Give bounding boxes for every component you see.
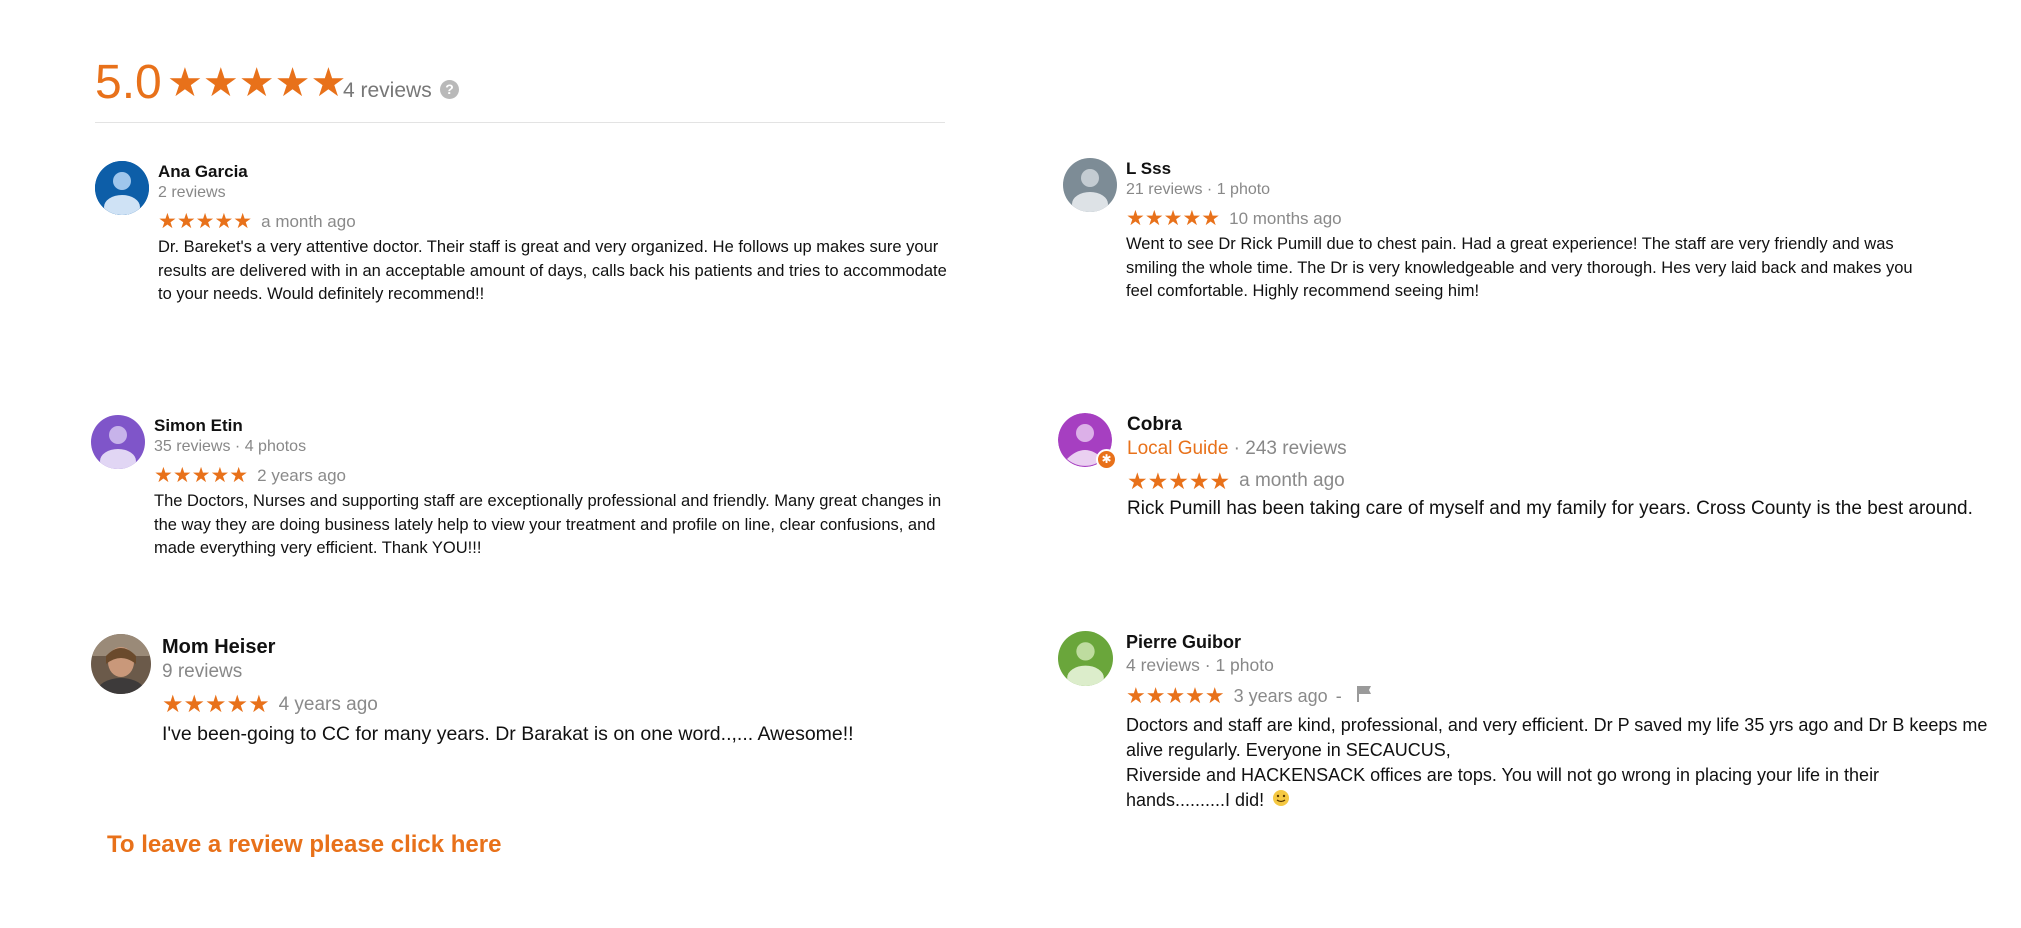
review-time: a month ago: [1239, 470, 1345, 491]
review-text: Rick Pumill has been taking care of myse…: [1127, 498, 1973, 519]
review-stars: ★★★★★: [158, 210, 253, 233]
review-time: a month ago: [261, 212, 356, 231]
avatar[interactable]: ✱: [1058, 413, 1117, 470]
review-stars: ★★★★★: [1127, 468, 1231, 494]
reviewer-name[interactable]: Mom Heiser: [162, 634, 942, 660]
review-time: 10 months ago: [1229, 209, 1342, 228]
average-score: 5.0: [95, 56, 162, 109]
reviewer-meta: 21 reviews · 1 photo: [1126, 181, 1271, 198]
review-text: The Doctors, Nurses and supporting staff…: [154, 492, 942, 557]
reviewer-meta: 4 reviews · 1 photo: [1126, 655, 1274, 675]
time-separator: -: [1335, 685, 1342, 706]
reviewer-name[interactable]: Simon Etin: [154, 415, 944, 437]
user-photo-icon: [91, 634, 151, 694]
review-stars: ★★★★★: [1126, 683, 1225, 708]
leave-review-link[interactable]: To leave a review please click here: [107, 831, 501, 859]
default-user-icon: [91, 415, 145, 469]
smiley-emoji-icon: [1272, 789, 1290, 814]
reviewer-name[interactable]: Cobra: [1127, 413, 1987, 437]
review-stars: ★★★★★: [1126, 207, 1221, 230]
reviewer-name[interactable]: Ana Garcia: [158, 161, 948, 183]
avatar[interactable]: [95, 161, 149, 215]
review-text-line: Riverside and HACKENSACK offices are top…: [1126, 765, 1880, 810]
reviewer-review-count: · 243 reviews: [1228, 438, 1347, 459]
reviewer-meta: Local Guide · 243 reviews: [1127, 437, 1987, 461]
review-text: Went to see Dr Rick Pumill due to chest …: [1126, 235, 1913, 300]
review-time: 2 years ago: [257, 466, 346, 485]
local-guide-label: Local Guide: [1127, 438, 1229, 459]
review-time: 3 years ago: [1233, 685, 1328, 706]
reviewer-meta: 35 reviews · 4 photos: [154, 438, 307, 455]
help-icon[interactable]: ?: [440, 80, 459, 99]
avatar[interactable]: [1063, 158, 1117, 212]
review-count-link[interactable]: 4 reviews: [343, 78, 432, 104]
reviewer-name[interactable]: Pierre Guibor: [1126, 631, 1988, 654]
avatar[interactable]: [91, 634, 151, 694]
review-text: Dr. Bareket's a very attentive doctor. T…: [158, 238, 947, 303]
review-stars: ★★★★★: [154, 464, 249, 487]
review-text: I've been-going to CC for many years. Dr…: [162, 723, 854, 745]
flag-icon[interactable]: [1356, 685, 1372, 707]
review-text: Doctors and staff are kind, professional…: [1126, 713, 1988, 814]
default-user-icon: [1058, 631, 1113, 686]
avatar[interactable]: [1058, 631, 1113, 686]
reviewer-meta: 9 reviews: [162, 661, 243, 682]
review-time: 4 years ago: [278, 694, 378, 715]
default-user-icon: [95, 161, 149, 215]
rating-summary: 5.0 ★★★★★ 4 reviews ?: [95, 55, 945, 123]
reviewer-meta: 2 reviews: [158, 184, 226, 201]
avatar[interactable]: [91, 415, 145, 469]
local-guide-badge-icon: ✱: [1096, 449, 1117, 470]
review-stars: ★★★★★: [162, 691, 270, 718]
reviewer-name[interactable]: L Sss: [1126, 158, 1916, 180]
review-text-line: Doctors and staff are kind, professional…: [1126, 715, 1988, 760]
average-stars: ★★★★★: [167, 61, 347, 105]
default-user-icon: [1063, 158, 1117, 212]
